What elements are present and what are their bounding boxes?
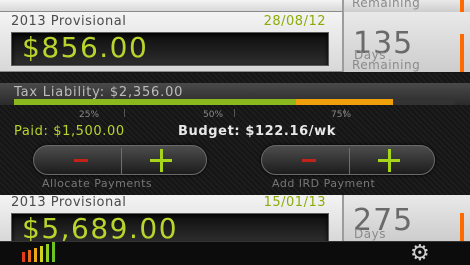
remaining-label: Remaining [352,58,421,72]
tick-label: 50% [203,110,224,120]
signal-bar [40,246,43,262]
minus-icon [302,159,316,162]
progress-paid-fill [14,99,296,105]
tax-card[interactable]: 2013 Provisional 28/08/12 $856.00 135 Da… [0,12,470,72]
plus-icon [388,149,391,172]
amount-display: $5,689.00 [11,212,329,245]
tick-line [124,109,125,117]
days-label: Days [354,227,386,241]
ird-plus-button[interactable] [349,146,435,174]
signal-bar [28,250,31,262]
allocate-minus-button[interactable] [34,146,120,174]
budget-amount: Budget: $122.16/wk [178,124,336,139]
tick-label: 25% [79,110,100,120]
payment-progress-bar [14,99,454,105]
signal-bar [22,252,25,262]
amount-display: $856.00 [11,31,329,66]
tick-line [234,109,235,117]
status-stripe [460,34,464,72]
bottom-toolbar: ⚙ [0,241,470,265]
signal-bar [34,248,37,262]
tax-card[interactable]: 2013 Provisional 15/01/13 $5,689.00 275 … [0,195,470,245]
tick-label: 75% [331,110,352,120]
paid-amount: Paid: $1,500.00 [14,124,125,139]
signal-bar [46,244,49,262]
ird-minus-button[interactable] [262,146,348,174]
progress-remaining-fill [296,99,393,105]
signal-bars-icon[interactable] [22,242,66,265]
allocate-payments-control [33,145,207,175]
signal-bar [52,242,55,262]
remaining-label: Remaining [352,0,421,10]
tax-liability-label: Tax Liability: $2,356.00 [14,85,184,100]
status-stripe [460,213,464,241]
card-title: 2013 Provisional [11,195,127,210]
card-title: 2013 Provisional [11,14,127,29]
ird-payment-control [261,145,435,175]
card-date: 15/01/13 [263,195,326,210]
tax-card-partial[interactable]: Remaining [0,0,470,12]
minus-icon [74,159,88,162]
card-date: 28/08/12 [263,14,326,29]
amount-value: $856.00 [22,31,149,64]
plus-icon [160,149,163,172]
tax-detail-panel: Tax Liability: $2,356.00 25% 50% 75% Pai… [0,73,470,195]
allocate-plus-button[interactable] [121,146,207,174]
add-ird-payment-label: Add IRD Payment [272,177,376,190]
allocate-payments-label: Allocate Payments [42,177,153,190]
gear-icon[interactable]: ⚙ [410,242,430,265]
status-stripe [460,0,464,12]
